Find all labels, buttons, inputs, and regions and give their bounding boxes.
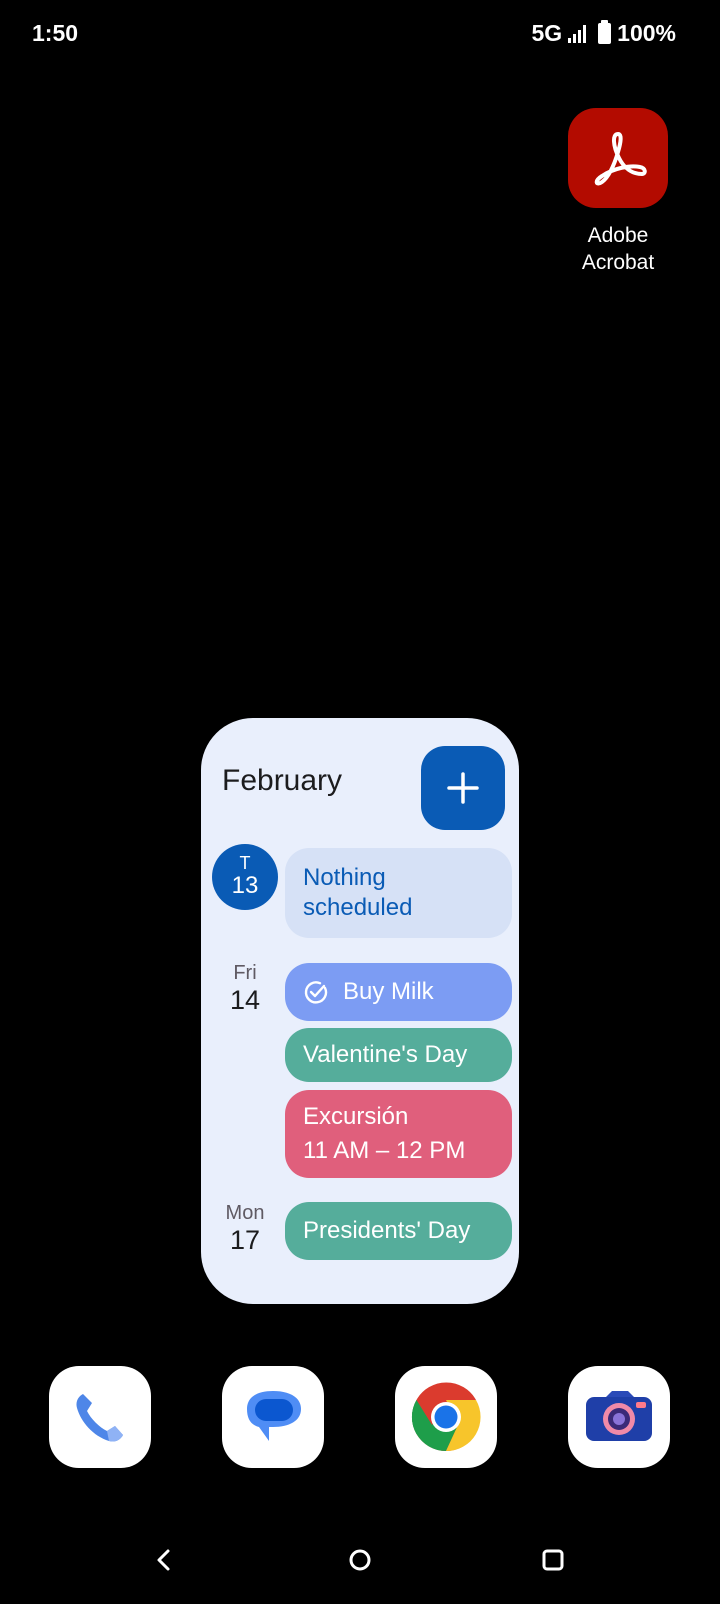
calendar-widget[interactable]: February T 13 Nothing scheduled Fri 14 B…	[201, 718, 519, 1304]
camera-icon	[586, 1391, 652, 1441]
status-bar: 1:50 5G 100%	[0, 0, 720, 70]
home-icon	[349, 1549, 371, 1571]
status-time: 1:50	[32, 20, 79, 46]
app-label: Adobe Acrobat	[581, 224, 655, 274]
battery-level: 100%	[617, 20, 676, 46]
add-event-button[interactable]	[421, 746, 505, 830]
navigation-bar	[0, 1530, 720, 1594]
messages-icon	[247, 1391, 301, 1441]
home-button[interactable]	[330, 1530, 390, 1590]
today-date-badge[interactable]: T 13	[212, 844, 278, 910]
day-label-fri: Fri 14	[229, 962, 261, 1015]
check-circle-icon	[303, 979, 329, 1005]
back-button[interactable]	[134, 1530, 194, 1590]
event-buy-milk[interactable]: Buy Milk	[285, 963, 512, 1021]
dock	[0, 1366, 720, 1470]
status-icons: 5G 100%	[531, 20, 676, 47]
event-valentines-day[interactable]: Valentine's Day	[285, 1028, 512, 1082]
signal-icon	[568, 24, 587, 43]
nothing-scheduled-item[interactable]: Nothing scheduled	[285, 848, 512, 938]
app-chrome[interactable]	[395, 1366, 497, 1468]
app-messages[interactable]	[222, 1366, 324, 1468]
plus-icon	[447, 772, 479, 804]
phone-icon	[76, 1394, 123, 1442]
app-phone[interactable]	[49, 1366, 151, 1468]
battery-icon	[598, 20, 612, 44]
day-label-mon: Mon 17	[225, 1202, 265, 1255]
event-excursion[interactable]: Excursión 11 AM – 12 PM	[285, 1090, 512, 1178]
chrome-icon	[411, 1382, 481, 1452]
recents-icon	[542, 1549, 564, 1571]
app-camera[interactable]	[568, 1366, 670, 1468]
calendar-month[interactable]: February	[222, 764, 342, 798]
event-presidents-day[interactable]: Presidents' Day	[285, 1202, 512, 1260]
network-type: 5G	[531, 20, 563, 46]
app-adobe-acrobat[interactable]: Adobe Acrobat	[558, 108, 678, 276]
adobe-acrobat-icon	[568, 108, 668, 208]
back-icon	[157, 1549, 170, 1571]
recents-button[interactable]	[523, 1530, 583, 1590]
